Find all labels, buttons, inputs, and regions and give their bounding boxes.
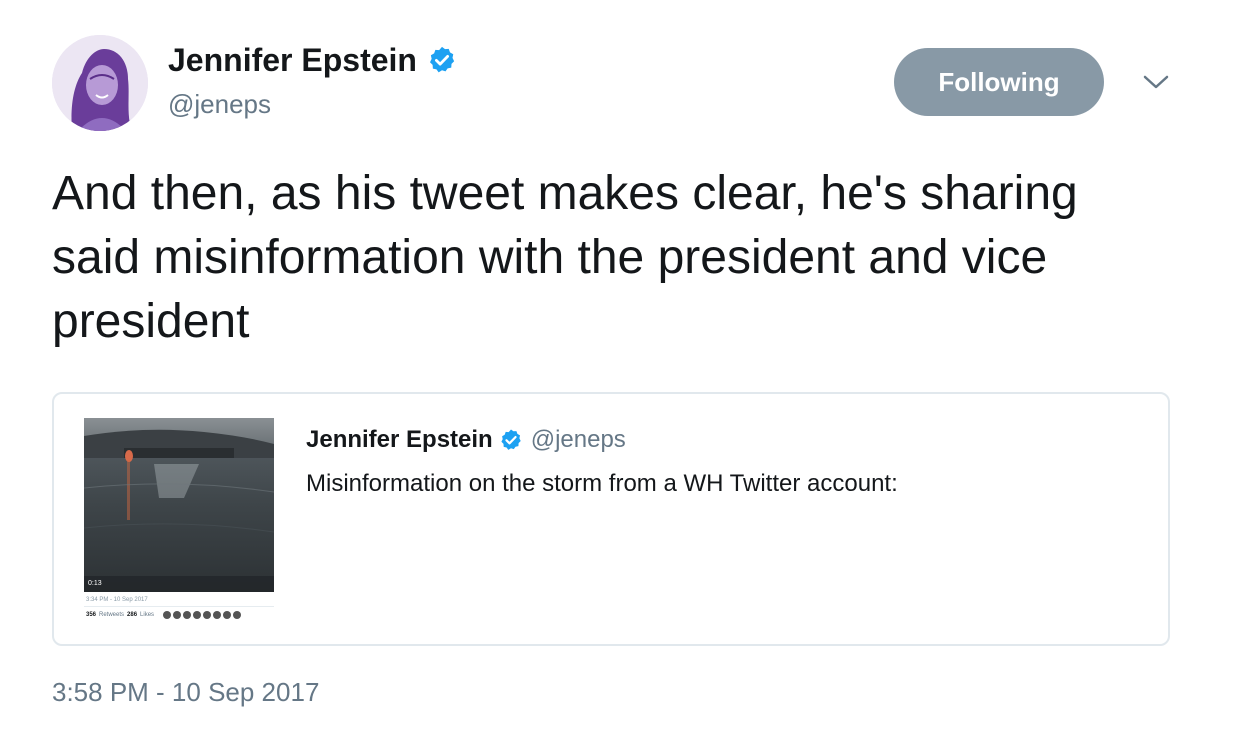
verified-badge-icon: [429, 46, 455, 73]
thumbnail-media: [84, 418, 274, 592]
quoted-author-handle[interactable]: @jeneps: [531, 424, 626, 456]
thumbnail-date: 3:34 PM - 10 Sep 2017: [86, 597, 148, 603]
avatar[interactable]: [52, 35, 148, 131]
tweet-text: And then, as his tweet makes clear, he's…: [52, 167, 1078, 348]
quoted-author-name[interactable]: Jennifer Epstein: [306, 424, 493, 456]
author-name[interactable]: Jennifer Epstein: [168, 40, 417, 80]
liker-avatars: [163, 611, 242, 619]
thumbnail-stats: 356 Retweets 286 Likes: [86, 611, 242, 619]
quoted-tweet-card[interactable]: 0:13 3:34 PM - 10 Sep 2017 356 Retweets …: [52, 392, 1170, 646]
quoted-tweet-thumbnail[interactable]: 0:13 3:34 PM - 10 Sep 2017 356 Retweets …: [84, 418, 274, 628]
author-handle[interactable]: @jeneps: [168, 88, 271, 120]
likes-label: Likes: [140, 612, 155, 618]
tweet-timestamp[interactable]: 3:58 PM - 10 Sep 2017: [52, 674, 319, 710]
verified-badge-icon: [501, 429, 521, 450]
quoted-tweet-header[interactable]: Jennifer Epstein @jeneps: [306, 424, 626, 456]
following-button[interactable]: Following: [894, 48, 1104, 116]
quoted-tweet-text: Misinformation on the storm from a WH Tw…: [306, 470, 898, 497]
author-name-row[interactable]: Jennifer Epstein: [168, 40, 457, 80]
retweet-count: 356: [86, 612, 97, 618]
like-count: 286: [127, 612, 138, 618]
retweets-label: Retweets: [99, 612, 125, 618]
thumbnail-divider: [84, 606, 274, 607]
video-duration: 0:13: [88, 580, 102, 587]
chevron-down-icon[interactable]: [1140, 70, 1172, 94]
avatar-image: [52, 35, 148, 131]
